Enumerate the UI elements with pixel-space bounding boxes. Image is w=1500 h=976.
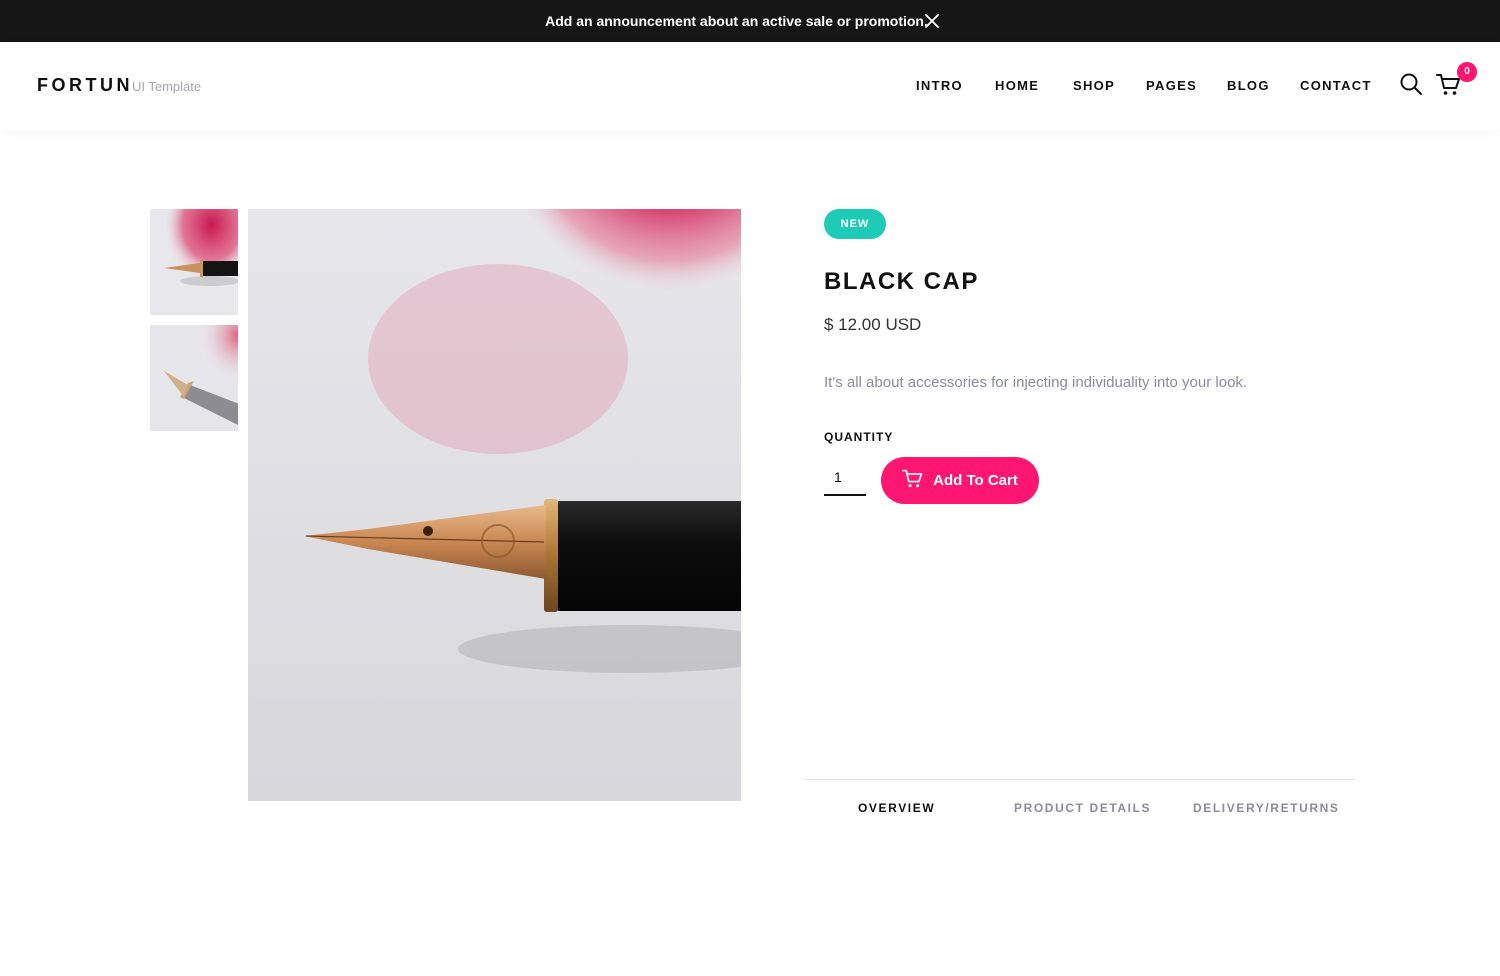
nav-blog[interactable]: BLOG bbox=[1227, 78, 1270, 93]
nav-shop[interactable]: SHOP bbox=[1073, 78, 1115, 93]
site-header: FORTUN UI Template INTRO HOME SHOP PAGES… bbox=[0, 42, 1500, 130]
cart-count-badge: 0 bbox=[1457, 62, 1477, 82]
tabs-divider bbox=[803, 779, 1355, 780]
announcement-text: Add an announcement about an active sale… bbox=[545, 13, 928, 29]
product-title: BLACK CAP bbox=[824, 268, 979, 295]
nav-intro[interactable]: INTRO bbox=[916, 78, 963, 93]
product-description: It's all about accessories for injecting… bbox=[824, 374, 1248, 391]
quantity-label: QUANTITY bbox=[824, 430, 894, 444]
tab-overview[interactable]: OVERVIEW bbox=[858, 801, 935, 815]
brand-subtitle: UI Template bbox=[132, 79, 202, 94]
nav-contact[interactable]: CONTACT bbox=[1300, 78, 1372, 93]
product-main-image bbox=[248, 209, 741, 801]
tab-delivery-returns[interactable]: DELIVERY/RETURNS bbox=[1193, 801, 1340, 815]
search-icon[interactable] bbox=[1399, 72, 1423, 96]
quantity-input[interactable] bbox=[824, 459, 866, 496]
nav-home[interactable]: HOME bbox=[995, 78, 1039, 93]
close-icon[interactable] bbox=[924, 13, 940, 29]
product-price: $ 12.00 USD bbox=[824, 315, 922, 334]
cart-icon bbox=[902, 468, 924, 493]
tab-product-details[interactable]: PRODUCT DETAILS bbox=[1014, 801, 1151, 815]
announcement-bar: Add an announcement about an active sale… bbox=[0, 0, 1500, 42]
product-thumbnail-1[interactable] bbox=[150, 209, 238, 315]
brand-logo[interactable]: FORTUN bbox=[37, 75, 133, 96]
add-to-cart-label: Add To Cart bbox=[933, 472, 1018, 489]
add-to-cart-button[interactable]: Add To Cart bbox=[881, 457, 1039, 504]
product-thumbnail-2[interactable] bbox=[150, 325, 238, 431]
nav-pages[interactable]: PAGES bbox=[1146, 78, 1197, 93]
new-badge: NEW bbox=[824, 209, 886, 239]
